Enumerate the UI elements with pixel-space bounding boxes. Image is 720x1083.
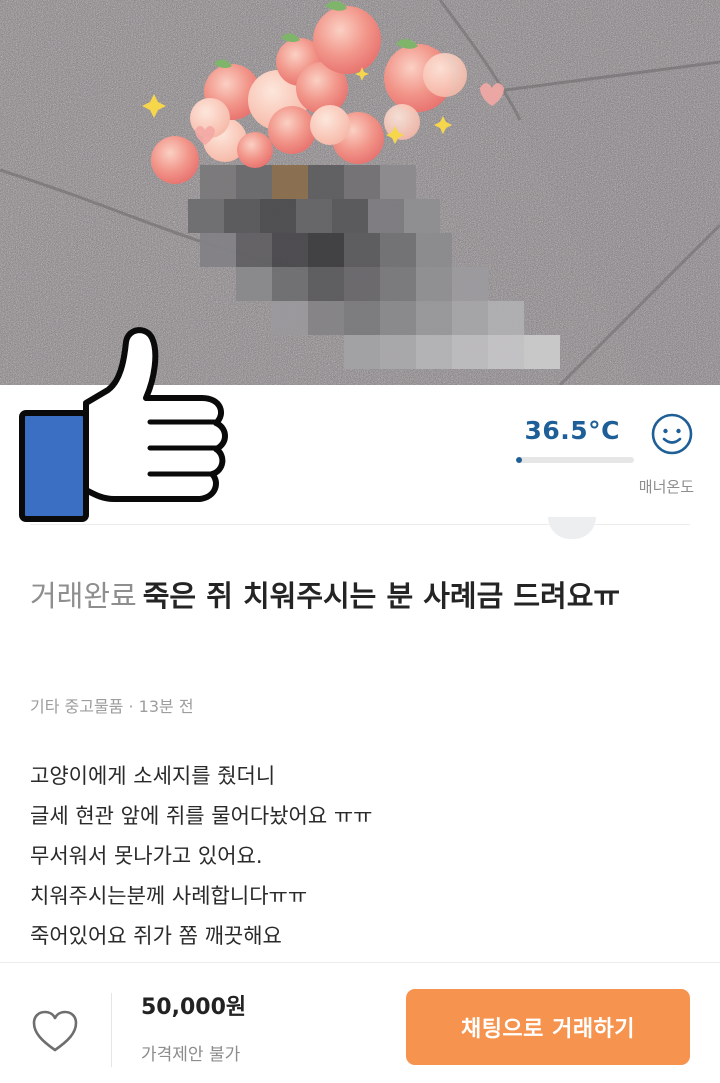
manner-temperature-bar: [516, 457, 634, 463]
meta-separator: ·: [123, 697, 139, 716]
post-title-block: 거래완료 죽은 쥐 치워주시는 분 사례금 드려요ㅠ: [30, 573, 690, 620]
bottom-action-bar: 50,000원 가격제안 불가 채팅으로 거래하기: [0, 962, 720, 1083]
description-line: 글세 현관 앞에 쥐를 물어다놨어요 ㅠㅠ: [30, 804, 373, 828]
thumbs-up-icon: [16, 318, 236, 523]
manner-temperature-bar-fill: [516, 457, 522, 463]
description-line: 치워주시는분께 사례합니다ㅠㅠ: [30, 884, 308, 908]
smiling-face-icon: [651, 413, 693, 455]
description-line: 무서워서 못나가고 있어요.: [30, 844, 263, 868]
manner-temperature-value: 36.5°C: [524, 416, 620, 445]
trade-status-badge: 거래완료: [30, 579, 137, 613]
post-time: 13분 전: [138, 697, 194, 716]
description-line: 고양이에게 소세지를 줬더니: [30, 764, 276, 788]
post-meta: 기타 중고물품 · 13분 전: [30, 693, 194, 717]
price: 50,000원: [141, 995, 247, 1020]
scroll-handle: [548, 517, 596, 539]
bottom-divider: [111, 993, 112, 1067]
price-negotiation-status: 가격제안 불가: [141, 1045, 241, 1065]
heart-outline-icon: [32, 1010, 78, 1052]
post-category[interactable]: 기타 중고물품: [30, 697, 123, 716]
post-description: 고양이에게 소세지를 줬더니 글세 현관 앞에 쥐를 물어다놨어요 ㅠㅠ 무서워…: [30, 756, 690, 962]
chat-trade-button[interactable]: 채팅으로 거래하기: [406, 989, 690, 1065]
manner-temperature-label: 매너온도: [638, 478, 694, 496]
manner-temperature[interactable]: 36.5°C 매너온도: [504, 412, 694, 512]
post-title: 죽은 쥐 치워주시는 분 사례금 드려요ㅠ: [142, 579, 621, 613]
description-line: 죽어있어요 쥐가 쫌 깨끗해요: [30, 924, 282, 948]
like-button[interactable]: [28, 1007, 82, 1055]
